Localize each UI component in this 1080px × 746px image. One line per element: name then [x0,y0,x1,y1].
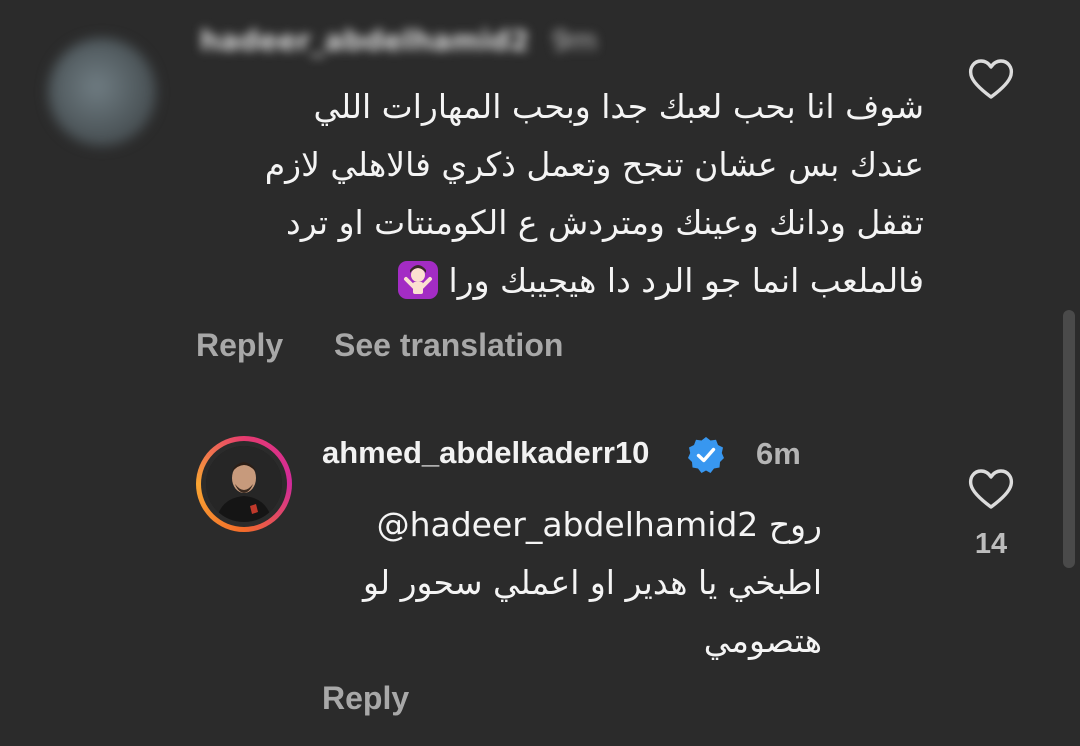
reply-username[interactable]: ahmed_abdelkaderr10 [322,435,649,471]
scrollbar[interactable] [1063,310,1075,568]
reply-line: اطبخي يا هدير او اعملي سحور لو [362,563,822,602]
verified-badge-icon [686,435,726,475]
comment-line: عندك بس عشان تنجح وتعمل ذكري فالاهلي لاز… [264,145,924,184]
mention-link[interactable]: @hadeer_abdelhamid2 [377,505,759,544]
reply-button[interactable]: Reply [322,680,409,717]
reply-line-first: روح @hadeer_abdelhamid2 [302,496,822,554]
comment-line-last: فالملعب انما جو الرد دا هيجيبك ورا [164,252,924,310]
reply-line-word: روح [768,505,822,544]
reply-time: 6m [756,436,801,471]
avatar-photo [206,446,282,522]
avatar[interactable] [196,436,292,532]
comment-line: شوف انا بحب لعبك جدا وبحب المهارات اللي [313,87,924,126]
comment-line-text: فالملعب انما جو الرد دا هيجيبك ورا [448,261,924,300]
comment-line: تقفل ودانك وعينك ومتردش ع الكومنتات او ت… [286,203,924,242]
avatar-blurred[interactable] [48,38,156,146]
comment-username[interactable]: hadeer_abdelhamid2 [200,24,529,57]
comment-body: شوف انا بحب لعبك جدا وبحب المهارات اللي … [164,78,924,310]
like-count[interactable]: 14 [960,528,1022,561]
heart-icon[interactable] [967,57,1015,101]
reply-line: هتصومي [703,621,822,660]
see-translation-button[interactable]: See translation [334,327,563,364]
comment-time: 9m [552,24,598,57]
reply-body: روح @hadeer_abdelhamid2 اطبخي يا هدير او… [302,496,822,670]
person-gesturing-no-icon [397,260,438,299]
reply-button[interactable]: Reply [196,327,283,364]
heart-icon[interactable] [967,467,1015,511]
